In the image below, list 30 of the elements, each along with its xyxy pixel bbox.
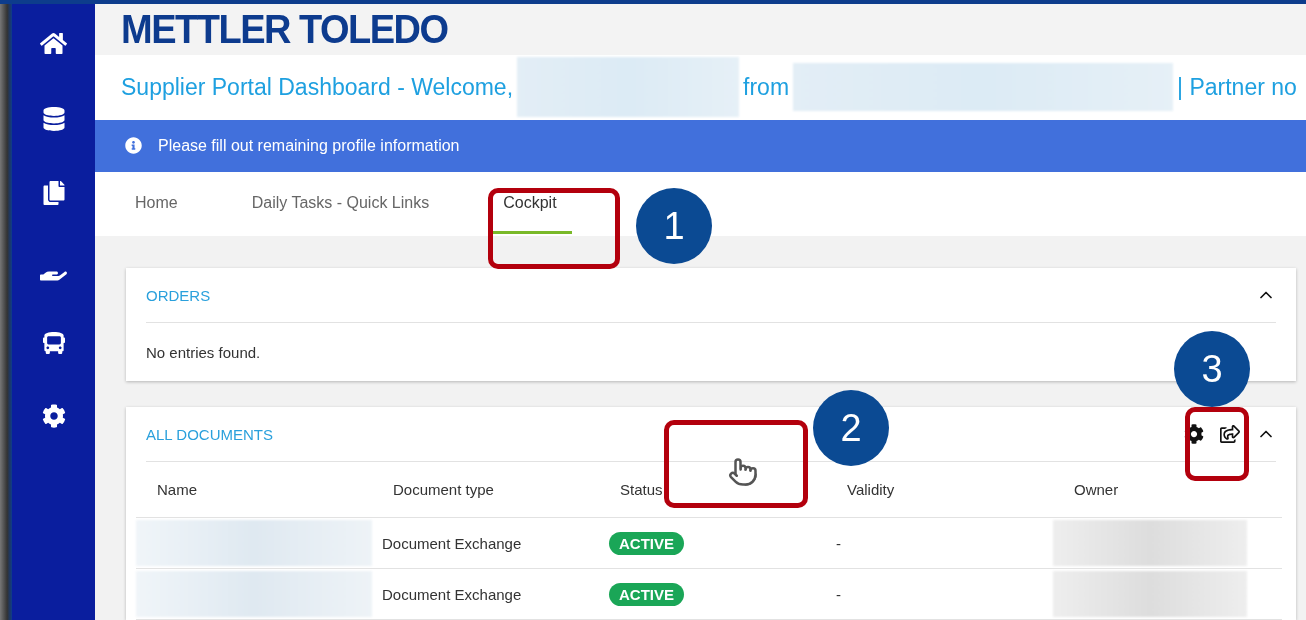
status-badge: ACTIVE	[609, 531, 684, 555]
card-title: ORDERS	[146, 286, 211, 304]
table-cell-text: -	[835, 585, 842, 603]
card-title: ALL DOCUMENTS	[146, 425, 273, 443]
database-icon[interactable]	[41, 107, 66, 131]
bus-icon[interactable]	[42, 332, 65, 354]
info-icon	[125, 137, 142, 155]
column-header: Status	[619, 481, 664, 498]
step-number: 2	[813, 390, 889, 466]
table-cell-text: Document Exchange	[381, 585, 523, 603]
column-header: Validity	[846, 481, 896, 498]
documents-icon[interactable]	[41, 181, 66, 205]
column-header: Owner	[1073, 481, 1120, 498]
banner-text: Please fill out remaining profile information	[158, 136, 460, 155]
status-badge: ACTIVE	[609, 582, 684, 606]
tab[interactable]: Cockpit	[488, 175, 572, 234]
home-icon[interactable]	[40, 30, 67, 57]
welcome-text: from	[743, 74, 790, 101]
table-cell-text: Document Exchange	[381, 534, 523, 552]
empty-message: No entries found.	[146, 343, 261, 361]
welcome-text: | Partner no	[1177, 74, 1297, 101]
tab[interactable]: Daily Tasks - Quick Links	[236, 175, 445, 234]
logo: METTLER TOLEDO	[121, 7, 448, 53]
settings-icon[interactable]	[41, 404, 66, 428]
table-cell-text: -	[835, 534, 842, 552]
export-icon[interactable]	[1220, 424, 1240, 444]
column-header: Document type	[392, 481, 495, 498]
welcome-text: Supplier Portal Dashboard - Welcome,	[121, 74, 514, 101]
column-header: Name	[156, 481, 198, 498]
tab[interactable]: Home	[120, 175, 193, 234]
